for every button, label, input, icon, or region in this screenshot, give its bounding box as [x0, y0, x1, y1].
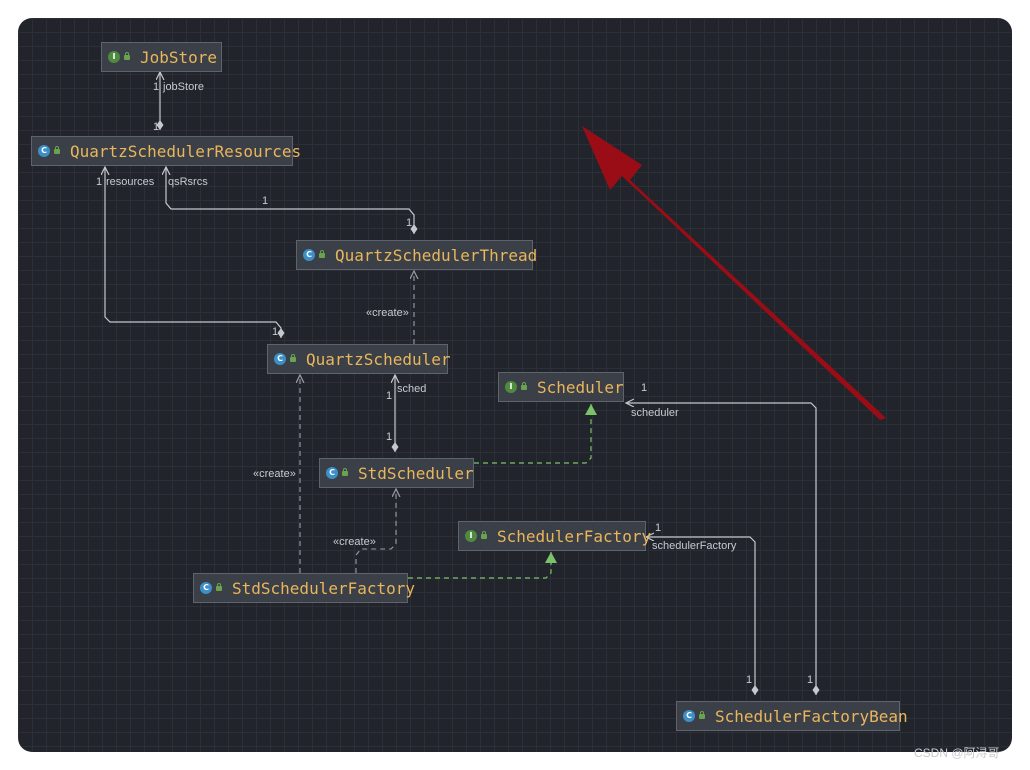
- class-node-scheduler[interactable]: I Scheduler: [498, 372, 624, 402]
- class-name: JobStore: [140, 47, 218, 67]
- edge-source-mult-label: 1: [386, 431, 393, 443]
- edge-role-label: resources: [106, 176, 155, 188]
- class-node-stdschedfactory[interactable]: C StdSchedulerFactory: [193, 573, 415, 603]
- watermark: CSDN @阿浔哥: [914, 746, 1000, 760]
- edge-stereotype-label: «create»: [366, 307, 409, 319]
- edge-stereotype-label: «create»: [253, 468, 296, 480]
- edge-target-mult-label: 1: [655, 522, 662, 534]
- interface-icon: I: [465, 530, 477, 542]
- class-node-qst[interactable]: C QuartzSchedulerThread: [296, 240, 537, 270]
- edge-source-mult-label: 1: [807, 674, 814, 686]
- visibility-lock-icon: [342, 467, 348, 476]
- class-node-qs[interactable]: C QuartzScheduler: [267, 344, 451, 374]
- realization-edge-stdsched-scheduler: [474, 404, 597, 464]
- edge-role-label: schedulerFactory: [652, 540, 737, 552]
- edge-source-mult-label: 1: [746, 674, 753, 686]
- edge-target-mult-label: 1: [153, 81, 160, 93]
- edge-target-mult-label: 1: [262, 195, 269, 207]
- edge-source-mult-label: 1: [272, 326, 279, 338]
- visibility-lock-icon: [54, 145, 60, 154]
- class-node-sfb[interactable]: C SchedulerFactoryBean: [676, 701, 908, 731]
- class-node-schedfactory[interactable]: I SchedulerFactory: [458, 521, 651, 551]
- class-node-qsr[interactable]: C QuartzSchedulerResources: [31, 136, 301, 166]
- edge-role-label: scheduler: [631, 407, 679, 419]
- visibility-lock-icon: [124, 51, 130, 60]
- class-name: SchedulerFactoryBean: [715, 706, 908, 726]
- class-name: QuartzSchedulerThread: [335, 245, 538, 265]
- class-icon: C: [683, 710, 695, 722]
- class-name: StdScheduler: [358, 463, 474, 483]
- class-icon: C: [326, 467, 338, 479]
- class-node-stdsched[interactable]: C StdScheduler: [319, 458, 474, 488]
- class-name: Scheduler: [537, 377, 624, 397]
- edge-target-mult-label: 1: [386, 390, 393, 402]
- edge-role-label: qsRsrcs: [168, 176, 208, 188]
- visibility-lock-icon: [290, 353, 296, 362]
- edge-role-label: sched: [397, 383, 427, 395]
- interface-icon: I: [108, 51, 120, 63]
- interface-icon: I: [505, 381, 517, 393]
- edge-source-mult-label: 1: [406, 217, 413, 229]
- edge-stereotype-label: «create»: [333, 536, 376, 548]
- composition-edge-sfb-schedfactory: [646, 537, 755, 695]
- visibility-lock-icon: [216, 582, 222, 591]
- dependency-edge-stdschedfactory-stdsched: [355, 489, 396, 573]
- class-name: QuartzSchedulerResources: [70, 141, 302, 161]
- visibility-lock-icon: [319, 249, 325, 258]
- class-icon: C: [303, 249, 315, 261]
- visibility-lock-icon: [521, 381, 527, 390]
- class-name: QuartzScheduler: [306, 349, 451, 369]
- realization-edge-stdschedfactory-schedfactory: [408, 552, 557, 579]
- class-icon: C: [200, 582, 212, 594]
- class-icon: C: [274, 353, 286, 365]
- edge-source-mult-label: 1: [153, 121, 160, 133]
- visibility-lock-icon: [481, 530, 487, 539]
- visibility-lock-icon: [699, 710, 705, 719]
- edge-role-label: jobStore: [163, 81, 204, 93]
- class-name: StdSchedulerFactory: [232, 578, 416, 598]
- red-pointer-arrow-icon: [582, 126, 886, 420]
- edge-target-mult-label: 1: [96, 176, 103, 188]
- class-node-jobstore[interactable]: I JobStore: [101, 42, 222, 72]
- composition-edge-qs-qsr: [105, 167, 281, 338]
- edge-target-mult-label: 1: [641, 382, 648, 394]
- class-name: SchedulerFactory: [497, 526, 652, 546]
- class-icon: C: [38, 145, 50, 157]
